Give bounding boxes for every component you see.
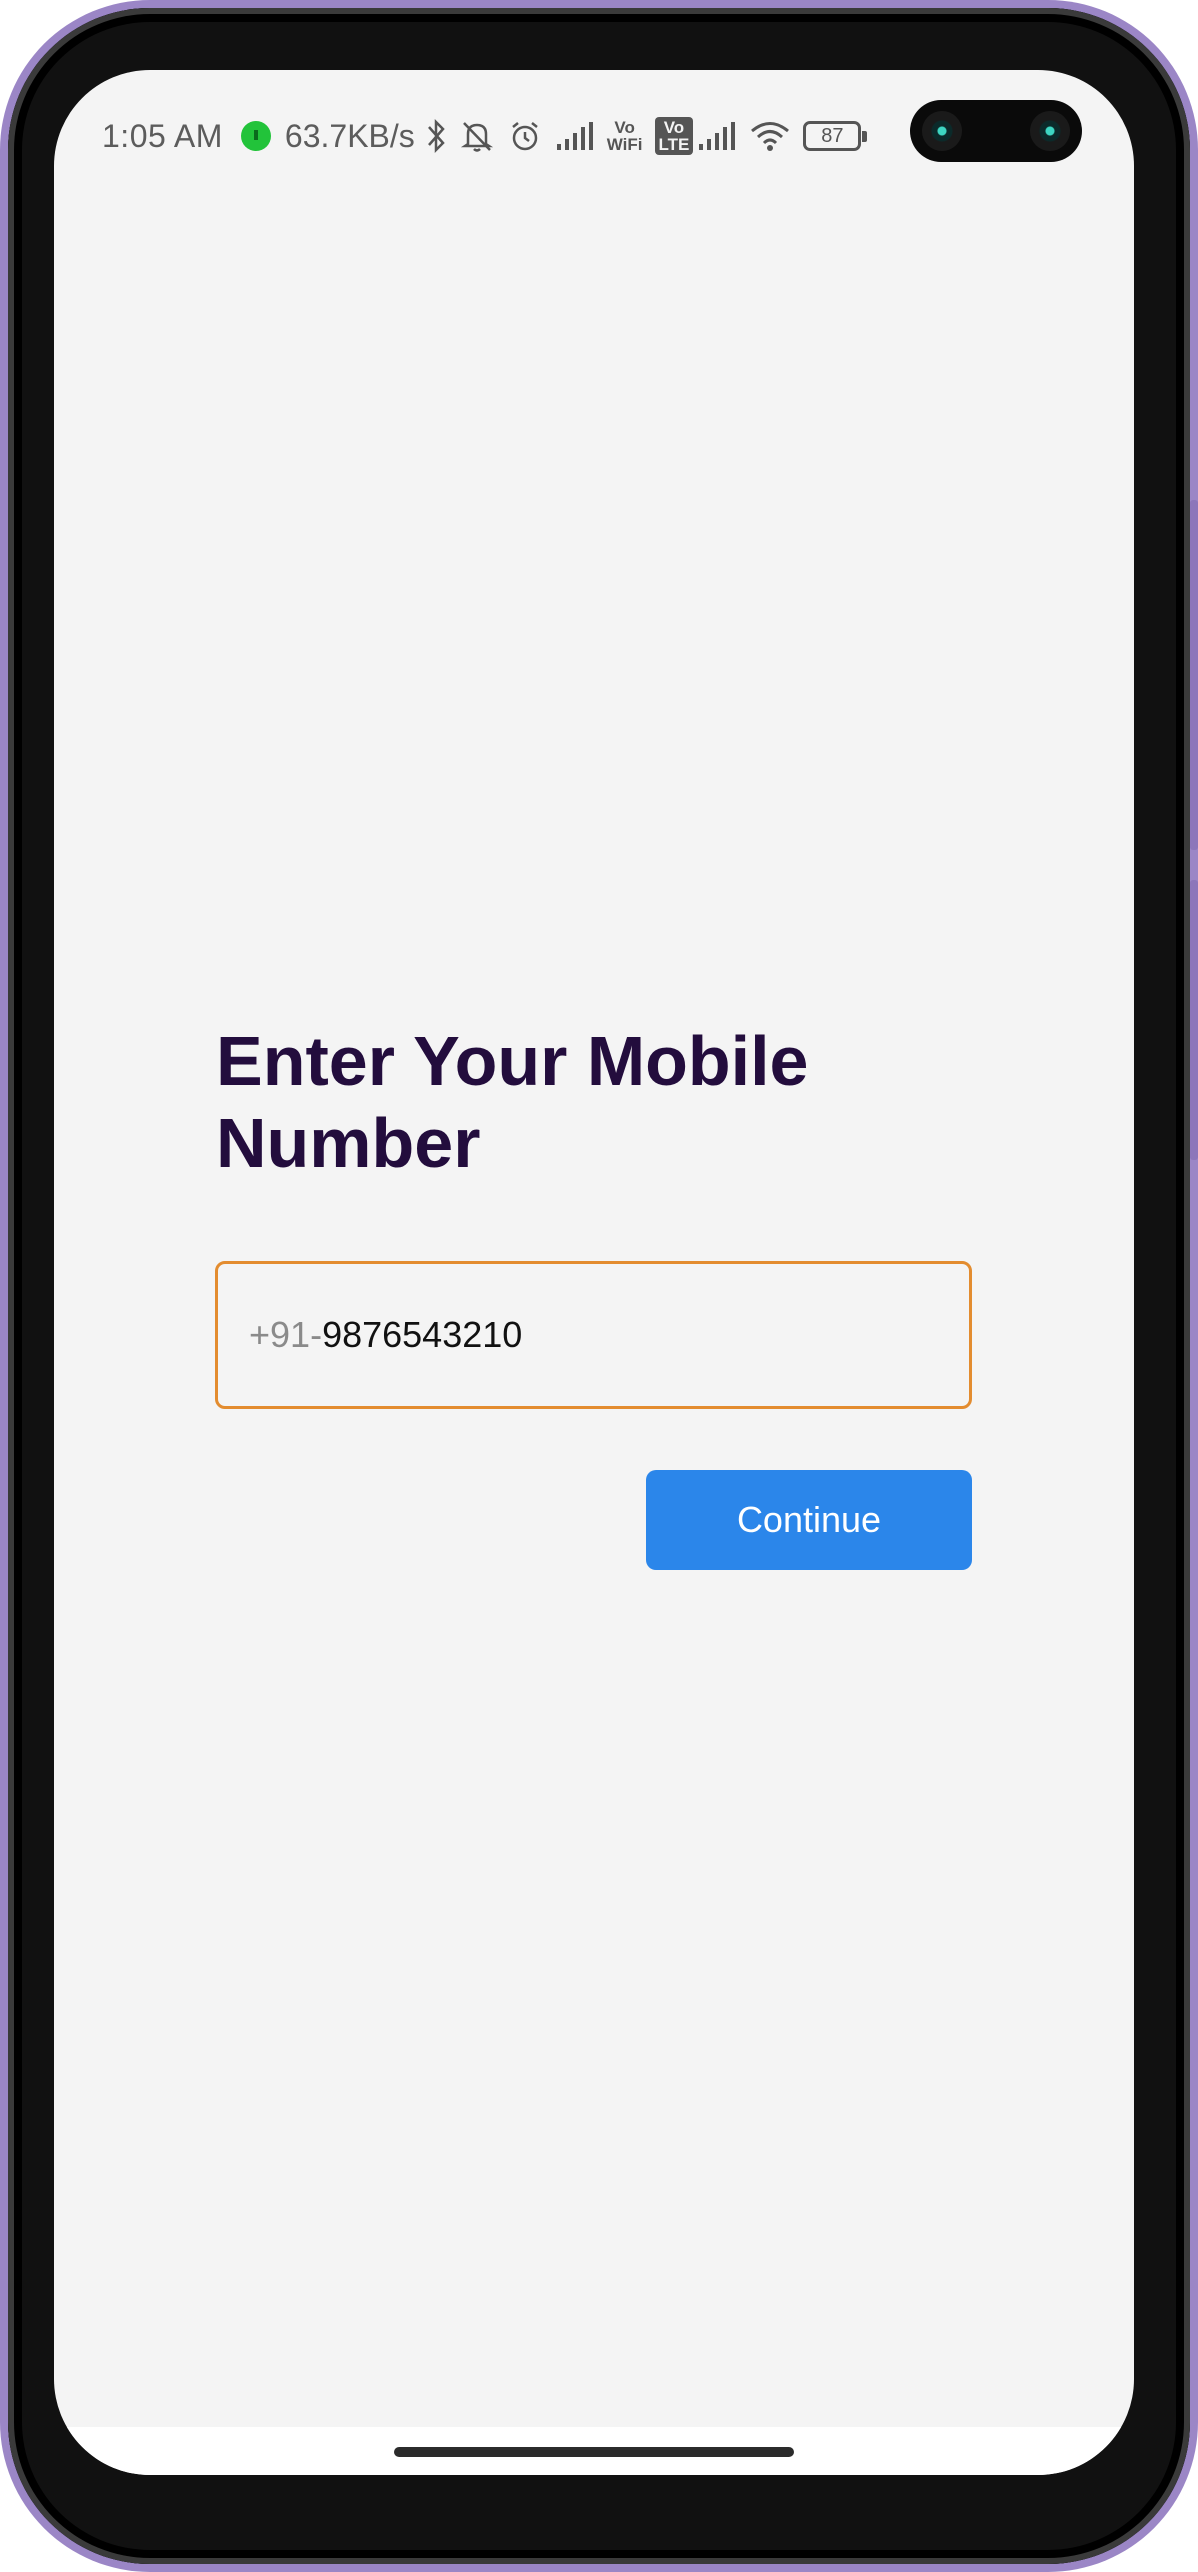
navigation-bar (54, 2427, 1134, 2475)
front-camera-icon (1030, 111, 1070, 151)
signal-icon (697, 120, 737, 152)
page-title: Enter Your Mobile Number (216, 1022, 809, 1182)
status-time: 1:05 AM (102, 117, 223, 154)
volume-button (1190, 500, 1198, 850)
power-button (1190, 880, 1198, 1160)
mobile-number-input[interactable]: 9876543210 (322, 1314, 522, 1356)
alarm-icon (507, 118, 543, 154)
continue-button[interactable]: Continue (646, 1470, 972, 1570)
signal-icon (555, 120, 595, 152)
phone-frame: 1:05 AM 63.7KB/s Vo WiFi Vo LTE 87 Enter… (0, 0, 1198, 2572)
screen: 1:05 AM 63.7KB/s Vo WiFi Vo LTE 87 Enter… (54, 70, 1134, 2475)
data-activity-icon (240, 121, 271, 151)
home-indicator[interactable] (394, 2447, 794, 2457)
battery-icon: 87 (803, 121, 868, 151)
volte-icon: Vo LTE (654, 117, 694, 155)
mobile-number-field[interactable]: +91- 9876543210 (215, 1261, 972, 1409)
camera-cutout (910, 100, 1082, 162)
country-code-prefix: +91- (249, 1314, 323, 1355)
volte-bottom-text: LTE (658, 135, 690, 154)
wifi-icon (749, 119, 791, 153)
vowifi-bottom-text: WiFi (606, 135, 643, 154)
mute-bell-icon (459, 118, 495, 154)
network-speed: 63.7KB/s (284, 117, 415, 154)
battery-level: 87 (821, 125, 844, 147)
vowifi-icon: Vo WiFi (607, 119, 643, 153)
bluetooth-icon (425, 118, 447, 154)
front-camera-icon (922, 111, 962, 151)
